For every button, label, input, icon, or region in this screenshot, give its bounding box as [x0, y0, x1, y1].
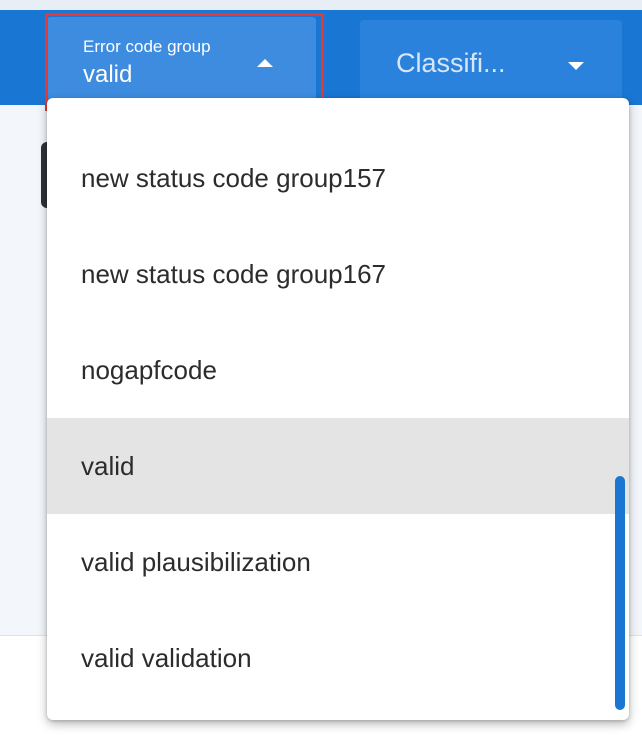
classification-value: Classifi...	[396, 48, 506, 78]
dropdown-scrollbar[interactable]	[615, 476, 625, 710]
top-strip	[0, 0, 642, 10]
option-label: valid plausibilization	[81, 546, 311, 577]
option-label: valid validation	[81, 642, 252, 673]
dropdown-option[interactable]: valid plausibilization	[47, 514, 629, 610]
classification-select[interactable]: Classifi...	[360, 20, 622, 106]
option-label: nogapfcode	[81, 354, 217, 385]
dropdown-option[interactable]: nogapfcode	[47, 322, 629, 418]
dropdown-option-selected[interactable]: valid	[47, 418, 629, 514]
error-code-group-label: Error code group	[83, 37, 211, 56]
dropdown-option[interactable]: valid validation	[47, 610, 629, 706]
dropdown-option[interactable]: new status code group157	[47, 130, 629, 226]
error-code-group-dropdown: new status code group157 new status code…	[47, 98, 629, 720]
caret-up-icon[interactable]	[257, 59, 273, 67]
error-code-group-select[interactable]: Error code group valid	[47, 17, 316, 106]
option-label: new status code group157	[81, 162, 386, 193]
dropdown-option[interactable]: new status code group167	[47, 226, 629, 322]
caret-down-icon[interactable]	[568, 62, 584, 70]
error-code-group-value: valid	[83, 61, 133, 88]
option-label: new status code group167	[81, 258, 386, 289]
option-label: valid	[81, 450, 135, 481]
